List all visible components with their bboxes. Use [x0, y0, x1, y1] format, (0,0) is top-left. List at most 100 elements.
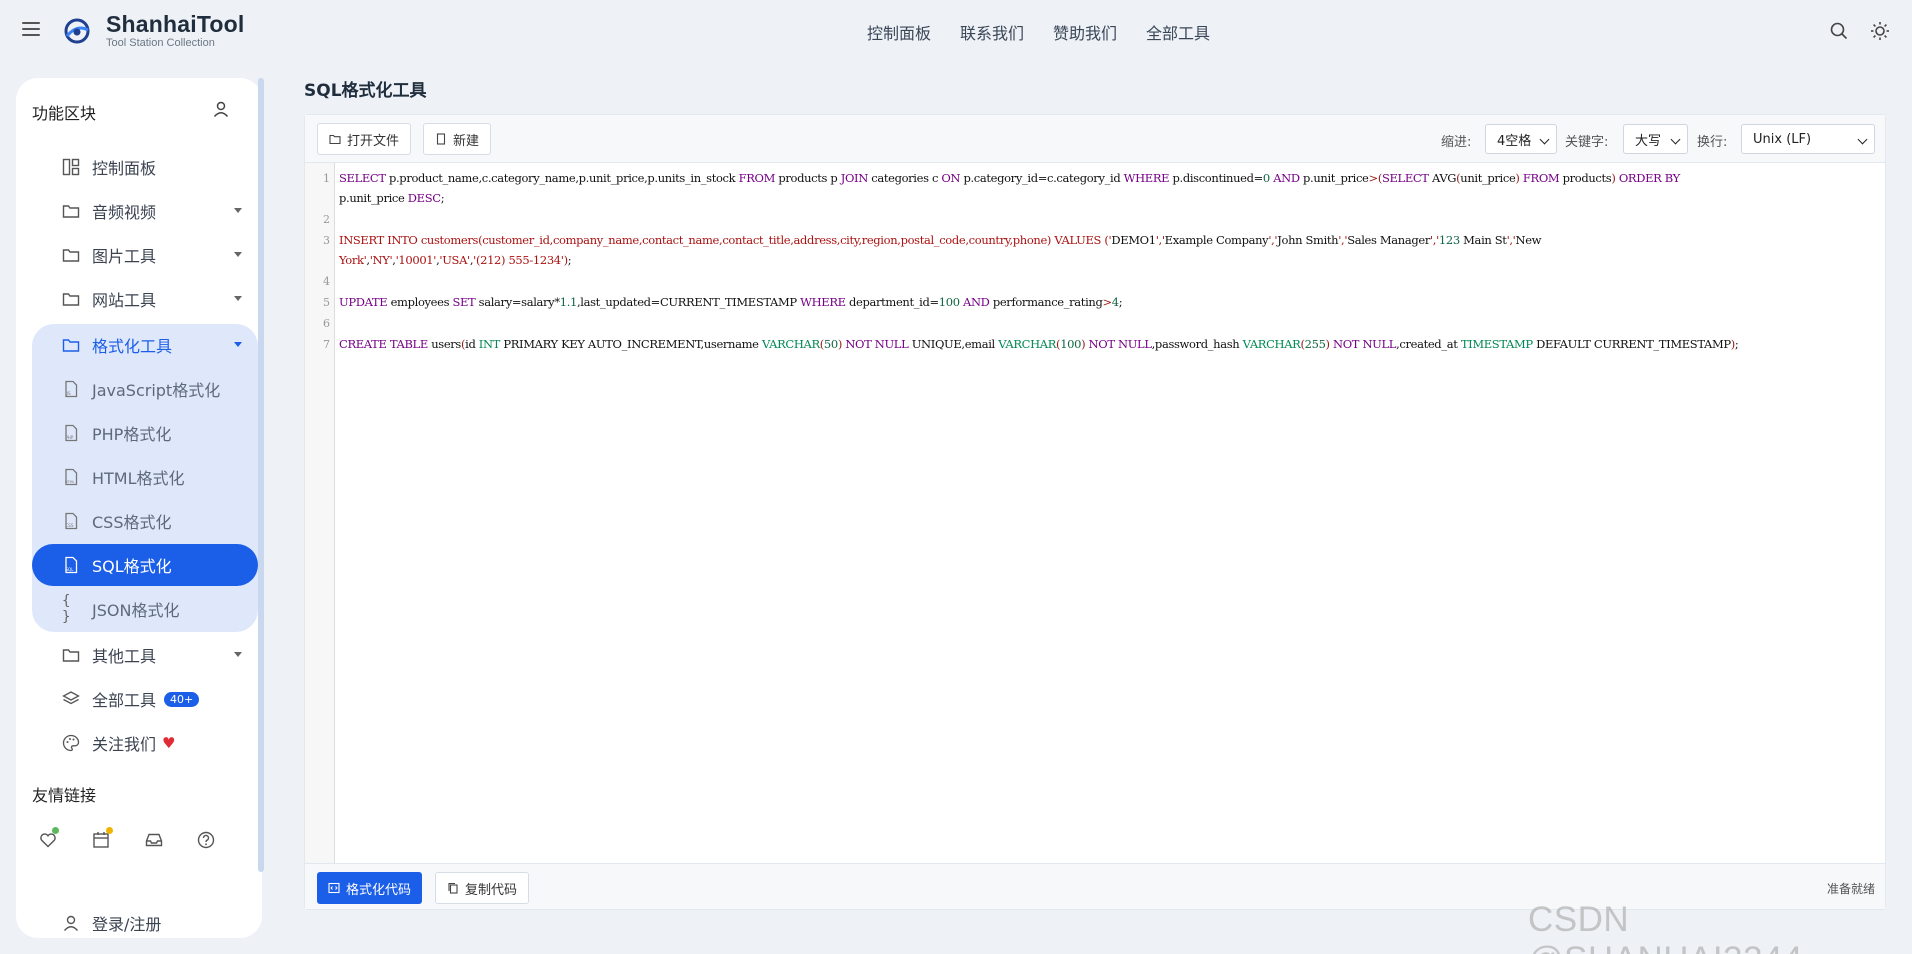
css-file-icon: CSS: [65, 512, 78, 530]
newline-value: Unix (LF): [1753, 131, 1812, 147]
chevron-down-icon: [1539, 134, 1550, 145]
sidebar-scrollbar[interactable]: [258, 78, 264, 872]
chevron-down-icon: [234, 296, 242, 301]
sun-icon[interactable]: [1870, 21, 1890, 41]
newline-label: 换行:: [1697, 135, 1728, 150]
count-badge: 40+: [164, 691, 200, 707]
line-number: 7: [323, 338, 330, 351]
login-label: 登录/注册: [92, 915, 162, 934]
sidebar-item-dashboard[interactable]: 控制面板: [32, 146, 258, 188]
svg-text:CSS: CSS: [66, 523, 74, 528]
format-code-button[interactable]: 格式化代码: [317, 872, 423, 904]
sidebar-item-json-format[interactable]: { } JSON格式化: [32, 588, 258, 630]
sidebar-item-all-tools[interactable]: 全部工具 40+: [32, 678, 258, 720]
nav-dashboard[interactable]: 控制面板: [867, 20, 931, 44]
brand[interactable]: ShanhaiTool Tool Station Collection: [106, 12, 245, 50]
chevron-down-icon: [234, 208, 242, 213]
nav-all-tools[interactable]: 全部工具: [1146, 20, 1210, 44]
copy-code-button[interactable]: 复制代码: [435, 872, 530, 904]
copy-code-label: 复制代码: [465, 882, 518, 898]
user-icon: [63, 915, 79, 931]
svg-text:HTML: HTML: [65, 480, 75, 484]
indent-select[interactable]: 4空格: [1485, 124, 1557, 154]
js-file-icon: JS: [65, 380, 78, 398]
html-file-icon: HTML: [65, 468, 78, 486]
chevron-down-icon: [1670, 134, 1681, 145]
sidebar-item-follow-us[interactable]: 关注我们 ♥: [32, 722, 258, 764]
login-register[interactable]: 登录/注册: [32, 903, 258, 943]
format-code-label: 格式化代码: [346, 882, 412, 898]
newline-select[interactable]: Unix (LF): [1741, 124, 1875, 154]
sidebar-item-format-tools[interactable]: 格式化工具: [32, 324, 258, 366]
line-number: 4: [323, 275, 330, 288]
sidebar-item-css-format[interactable]: CSS CSS格式化: [32, 500, 258, 542]
sidebar-item-label: 格式化工具: [92, 337, 173, 356]
code-line: SELECT p.product_name,c.category_name,p.…: [339, 171, 1680, 185]
chevron-down-icon: [234, 252, 242, 257]
user-icon[interactable]: [212, 100, 230, 118]
chevron-down-icon: [234, 652, 242, 657]
sidebar-item-audio-video[interactable]: 音频视频: [32, 190, 258, 232]
inbox-icon[interactable]: [144, 830, 164, 850]
layers-icon: [62, 691, 80, 705]
status-dot: [106, 827, 113, 834]
indent-label: 缩进:: [1441, 135, 1472, 150]
code-editor[interactable]: 1 2 3 4 5 6 7 SELECT p.product_name,c.ca…: [305, 163, 1885, 863]
line-number: 2: [323, 213, 330, 226]
hamburger-menu-icon[interactable]: [22, 22, 40, 36]
sidebar-item-website-tools[interactable]: 网站工具: [32, 278, 258, 320]
heart-icon: ♥: [162, 734, 176, 752]
sidebar-item-label: CSS格式化: [92, 513, 172, 532]
file-icon: [436, 133, 446, 145]
sidebar-item-label: 音频视频: [92, 203, 157, 222]
sidebar-item-label: SQL格式化: [92, 557, 172, 576]
sidebar-item-sql-format[interactable]: SQL SQL格式化: [32, 544, 258, 586]
folder-icon: [62, 649, 80, 662]
sidebar-item-other-tools[interactable]: 其他工具: [32, 634, 258, 676]
logo-icon: [64, 18, 90, 44]
sidebar-title: 功能区块: [32, 104, 97, 123]
sql-file-icon: SQL: [65, 556, 78, 574]
sidebar-item-js-format[interactable]: JS JavaScript格式化: [32, 368, 258, 410]
help-icon[interactable]: [196, 830, 216, 850]
indent-value: 4空格: [1497, 133, 1532, 149]
sidebar-item-image-tools[interactable]: 图片工具: [32, 234, 258, 276]
folder-icon: [62, 249, 80, 262]
status-dot: [52, 827, 59, 834]
brand-name: ShanhaiTool: [106, 11, 245, 37]
keyword-value: 大写: [1635, 133, 1662, 149]
copy-icon: [448, 882, 458, 894]
status-text: 准备就绪: [1826, 882, 1875, 896]
sidebar-item-php-format[interactable]: PHP PHP格式化: [32, 412, 258, 454]
keyword-case-select[interactable]: 大写: [1623, 124, 1688, 154]
top-nav: 控制面板 联系我们 赞助我们 全部工具: [867, 20, 1210, 44]
open-file-label: 打开文件: [347, 133, 400, 149]
editor-toolbar: 打开文件 新建 缩进: 4空格 关键字: 大写 换行: Unix (LF): [305, 115, 1885, 163]
nav-sponsor[interactable]: 赞助我们: [1053, 20, 1117, 44]
new-button[interactable]: 新建: [423, 123, 492, 155]
line-number: 5: [323, 296, 330, 309]
nav-contact[interactable]: 联系我们: [960, 20, 1024, 44]
chevron-down-icon: [1857, 134, 1868, 145]
keyword-label: 关键字:: [1565, 135, 1609, 150]
brand-subtitle: Tool Station Collection: [106, 37, 215, 49]
page-title: SQL格式化工具: [304, 81, 427, 101]
line-number: 3: [323, 234, 330, 247]
svg-text:SQL: SQL: [66, 567, 75, 572]
sidebar-item-label: 全部工具: [92, 691, 157, 710]
svg-text:JS: JS: [66, 391, 71, 397]
code-icon: [328, 882, 340, 894]
search-icon[interactable]: [1829, 21, 1849, 41]
folder-open-icon: [329, 134, 341, 145]
braces-icon: { }: [62, 593, 71, 625]
php-file-icon: PHP: [65, 424, 78, 442]
new-label: 新建: [453, 133, 480, 149]
sidebar-item-label: 其他工具: [92, 647, 157, 666]
sidebar-item-html-format[interactable]: HTML HTML格式化: [32, 456, 258, 498]
top-header: ShanhaiTool Tool Station Collection 控制面板…: [0, 0, 1912, 62]
open-file-button[interactable]: 打开文件: [317, 123, 412, 155]
sidebar-item-label: JavaScript格式化: [92, 381, 221, 400]
sidebar-item-label: HTML格式化: [92, 469, 185, 488]
sidebar-item-label: 关注我们: [92, 735, 157, 754]
sidebar-item-label: 图片工具: [92, 247, 157, 266]
